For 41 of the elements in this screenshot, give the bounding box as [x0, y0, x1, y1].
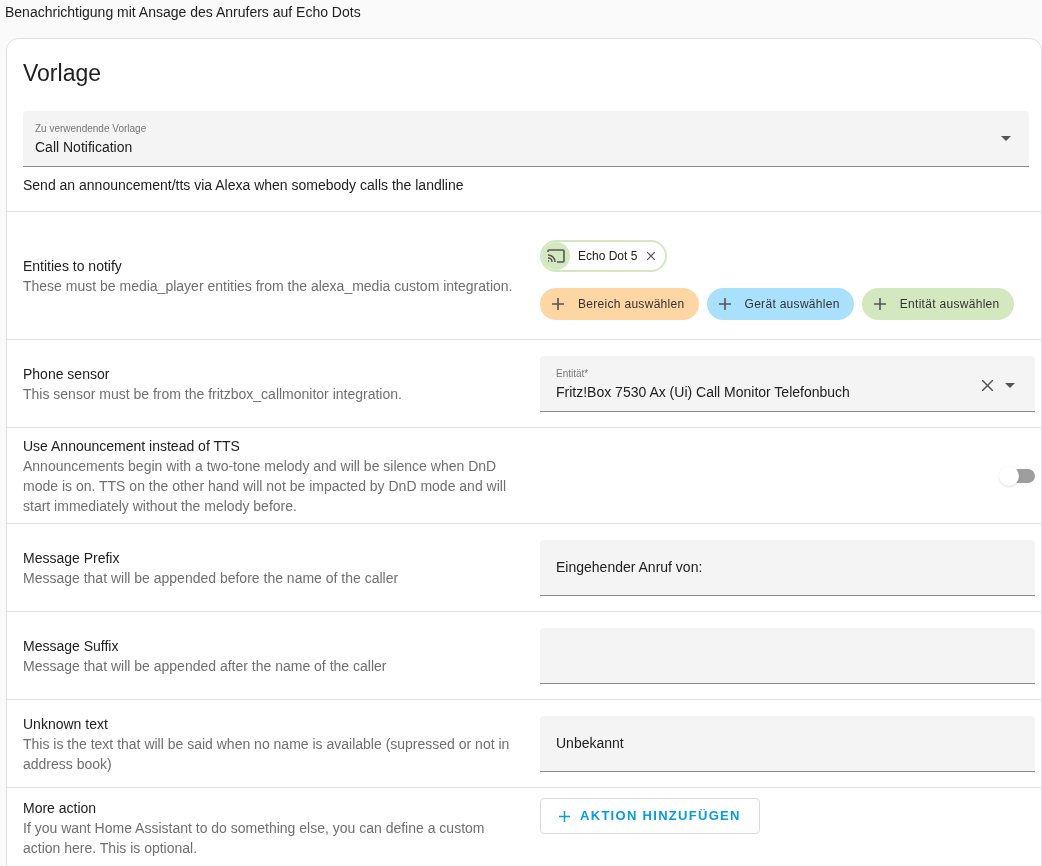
- row-description: This sensor must be from the fritzbox_callmonitor integration.: [23, 384, 403, 404]
- row-label: Message Prefix: [23, 548, 121, 568]
- plus-icon: [552, 297, 564, 310]
- entity-select[interactable]: Entität* Fritz!Box 7530 Ax (Ui) Call Monitor Telefonbuch: [540, 355, 1035, 412]
- field-label: Zu verwendende Vorlage: [35, 123, 148, 135]
- text-field[interactable]: Unbekannt: [540, 715, 1035, 772]
- field-label: Entität*: [556, 367, 590, 380]
- chip-label: Echo Dot 5: [578, 247, 638, 265]
- toggle-switch[interactable]: [999, 465, 1035, 486]
- field-value: Fritz!Box 7530 Ax (Ui) Call Monitor Telefonbuch: [556, 382, 850, 402]
- row-description: If you want Home Assistant to do something else, you can define a custom action here. This is optional.: [23, 819, 486, 858]
- plus-icon: [873, 297, 886, 310]
- row-description: Message that will be appended after the name of the caller: [23, 656, 388, 676]
- row-description: This is the text that will be said when no name is available (supressed or not in address book): [23, 734, 511, 774]
- field-value: Call Notification: [35, 138, 133, 157]
- dropdown-caret-icon[interactable]: [1005, 382, 1015, 388]
- dropdown-caret-icon: [1001, 136, 1011, 141]
- add-target-button[interactable]: Gerät auswählen: [706, 287, 854, 320]
- template-description: Send an announcement/tts via Alexa when somebody calls the landline: [23, 176, 465, 195]
- clear-icon[interactable]: [982, 379, 993, 391]
- text-field[interactable]: [540, 627, 1035, 684]
- row-description: Announcements begin with a two-tone melody and will be silence when DnD mode is on. TTS on the other hand will not be impacted by DnD mode and will start immediately without the melody before.: [23, 456, 507, 516]
- plus-icon: [559, 810, 570, 822]
- cast-icon: [547, 248, 565, 263]
- entity-chip[interactable]: Echo Dot 5: [540, 239, 668, 272]
- row-label: More action: [23, 799, 98, 818]
- remove-icon[interactable]: [647, 251, 656, 260]
- row-label: Phone sensor: [23, 364, 111, 384]
- page-title: Benachrichtigung mit Ansage des Anrufers auf Echo Dots: [4, 3, 362, 22]
- text-field[interactable]: Eingehender Anruf von:: [540, 539, 1035, 596]
- row-label: Use Announcement instead of TTS: [23, 436, 241, 456]
- row-label: Unknown text: [23, 714, 109, 734]
- card-title: Vorlage: [22, 59, 102, 88]
- row-label: Message Suffix: [23, 636, 120, 656]
- add-target-button[interactable]: Bereich auswählen: [540, 287, 699, 320]
- row-description: These must be media_player entities from the alexa_media custom integration.: [23, 276, 514, 296]
- add-target-button[interactable]: Entität auswählen: [861, 287, 1014, 320]
- plus-icon: [718, 297, 731, 310]
- row-description: Message that will be appended before the name of the caller: [23, 568, 400, 588]
- template-select[interactable]: Zu verwendende Vorlage Call Notification: [23, 111, 1029, 167]
- row-label: Entities to notify: [23, 256, 123, 276]
